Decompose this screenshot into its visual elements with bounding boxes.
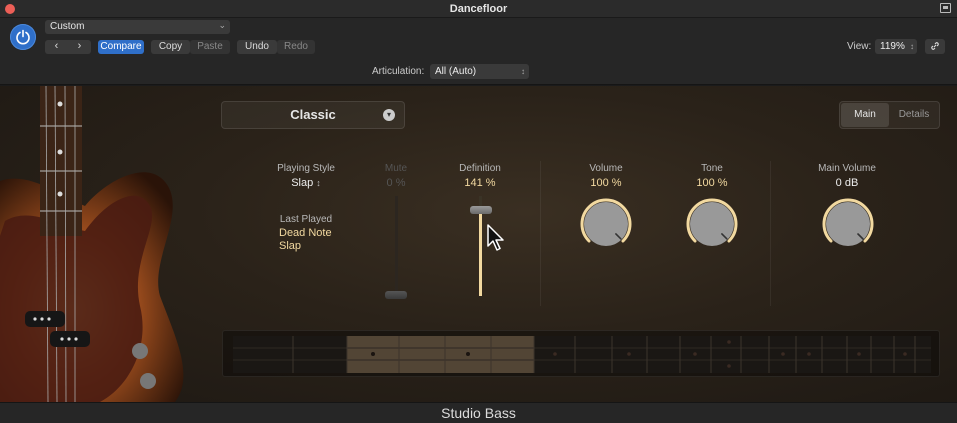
compare-button[interactable]: Compare (98, 40, 144, 54)
definition-value: 141 % (464, 177, 496, 189)
redo-button[interactable]: Redo (277, 40, 315, 54)
bass-guitar-image (0, 86, 200, 402)
main-volume-knob[interactable] (818, 194, 878, 254)
mute-value: 0 % (386, 177, 406, 189)
instrument-panel: Classic ▾ Main Details Playing Style Sla… (0, 86, 957, 402)
preset-name: Custom (50, 21, 85, 32)
window-title: Dancefloor (449, 3, 508, 15)
tone-value: 100 % (696, 177, 728, 189)
last-played-value-2: Slap (279, 240, 302, 252)
fretboard-display[interactable] (222, 330, 940, 377)
articulation-select[interactable]: All (Auto) ↕ (430, 64, 529, 79)
power-icon (16, 29, 30, 45)
articulation-value: All (Auto) (435, 66, 477, 77)
chevron-down-icon: ▾ (383, 109, 395, 121)
paste-button[interactable]: Paste (190, 40, 230, 54)
next-preset-icon[interactable]: › (68, 40, 91, 53)
power-button[interactable] (10, 24, 36, 50)
copy-button[interactable]: Copy (151, 40, 190, 54)
window-mode-icon[interactable] (940, 3, 951, 13)
updown-icon: ↕ (316, 178, 321, 188)
chevron-down-icon: ⌄ (218, 20, 226, 30)
title-bar: Dancefloor (0, 0, 957, 18)
bass-type-value: Classic (290, 107, 336, 122)
mute-slider-track[interactable] (395, 196, 398, 296)
preset-selector[interactable]: Custom ⌄ (45, 20, 230, 34)
definition-slider-fill (479, 210, 482, 296)
volume-value: 100 % (590, 177, 622, 189)
updown-icon: ↕ (910, 42, 914, 51)
view-zoom-select[interactable]: 119% ↕ (875, 39, 917, 54)
preset-nav: ‹ › (45, 40, 91, 54)
link-icon (931, 42, 939, 50)
tone-label: Tone (701, 163, 723, 174)
plugin-footer: Studio Bass (0, 402, 957, 423)
tone-knob[interactable] (682, 194, 742, 254)
last-played-value-1: Dead Note (279, 227, 332, 239)
plugin-name: Studio Bass (441, 405, 516, 421)
volume-label: Volume (589, 163, 623, 174)
playing-style-label: Playing Style (277, 163, 335, 174)
main-volume-label: Main Volume (818, 163, 876, 174)
section-divider (540, 161, 541, 306)
previous-preset-icon[interactable]: ‹ (45, 40, 68, 53)
last-played-label: Last Played (279, 214, 333, 225)
main-volume-value: 0 dB (835, 177, 859, 189)
tab-main[interactable]: Main (841, 103, 889, 127)
volume-knob-cap (584, 202, 628, 246)
mute-slider-thumb[interactable] (385, 291, 407, 299)
view-tabs: Main Details (839, 101, 940, 129)
bass-type-select[interactable]: Classic ▾ (221, 101, 405, 129)
articulation-label: Articulation: (372, 66, 425, 77)
link-button[interactable] (925, 39, 945, 54)
definition-slider-thumb[interactable] (470, 206, 492, 214)
mouse-cursor-icon (487, 224, 504, 251)
playing-style-value: Slap (291, 177, 314, 189)
plugin-header: Custom ⌄ ‹ › Compare Copy Paste Undo Red… (0, 18, 957, 85)
volume-knob[interactable] (576, 194, 636, 254)
section-divider (770, 161, 771, 306)
definition-label: Definition (459, 163, 501, 174)
tab-details[interactable]: Details (890, 103, 938, 127)
tone-knob-cap (690, 202, 734, 246)
view-label: View: (847, 41, 872, 52)
playing-style-select[interactable]: Slap ↕ (266, 177, 346, 189)
updown-icon: ↕ (521, 67, 525, 76)
undo-button[interactable]: Undo (237, 40, 277, 54)
view-zoom-value: 119% (880, 41, 905, 52)
mute-label: Mute (384, 163, 408, 174)
